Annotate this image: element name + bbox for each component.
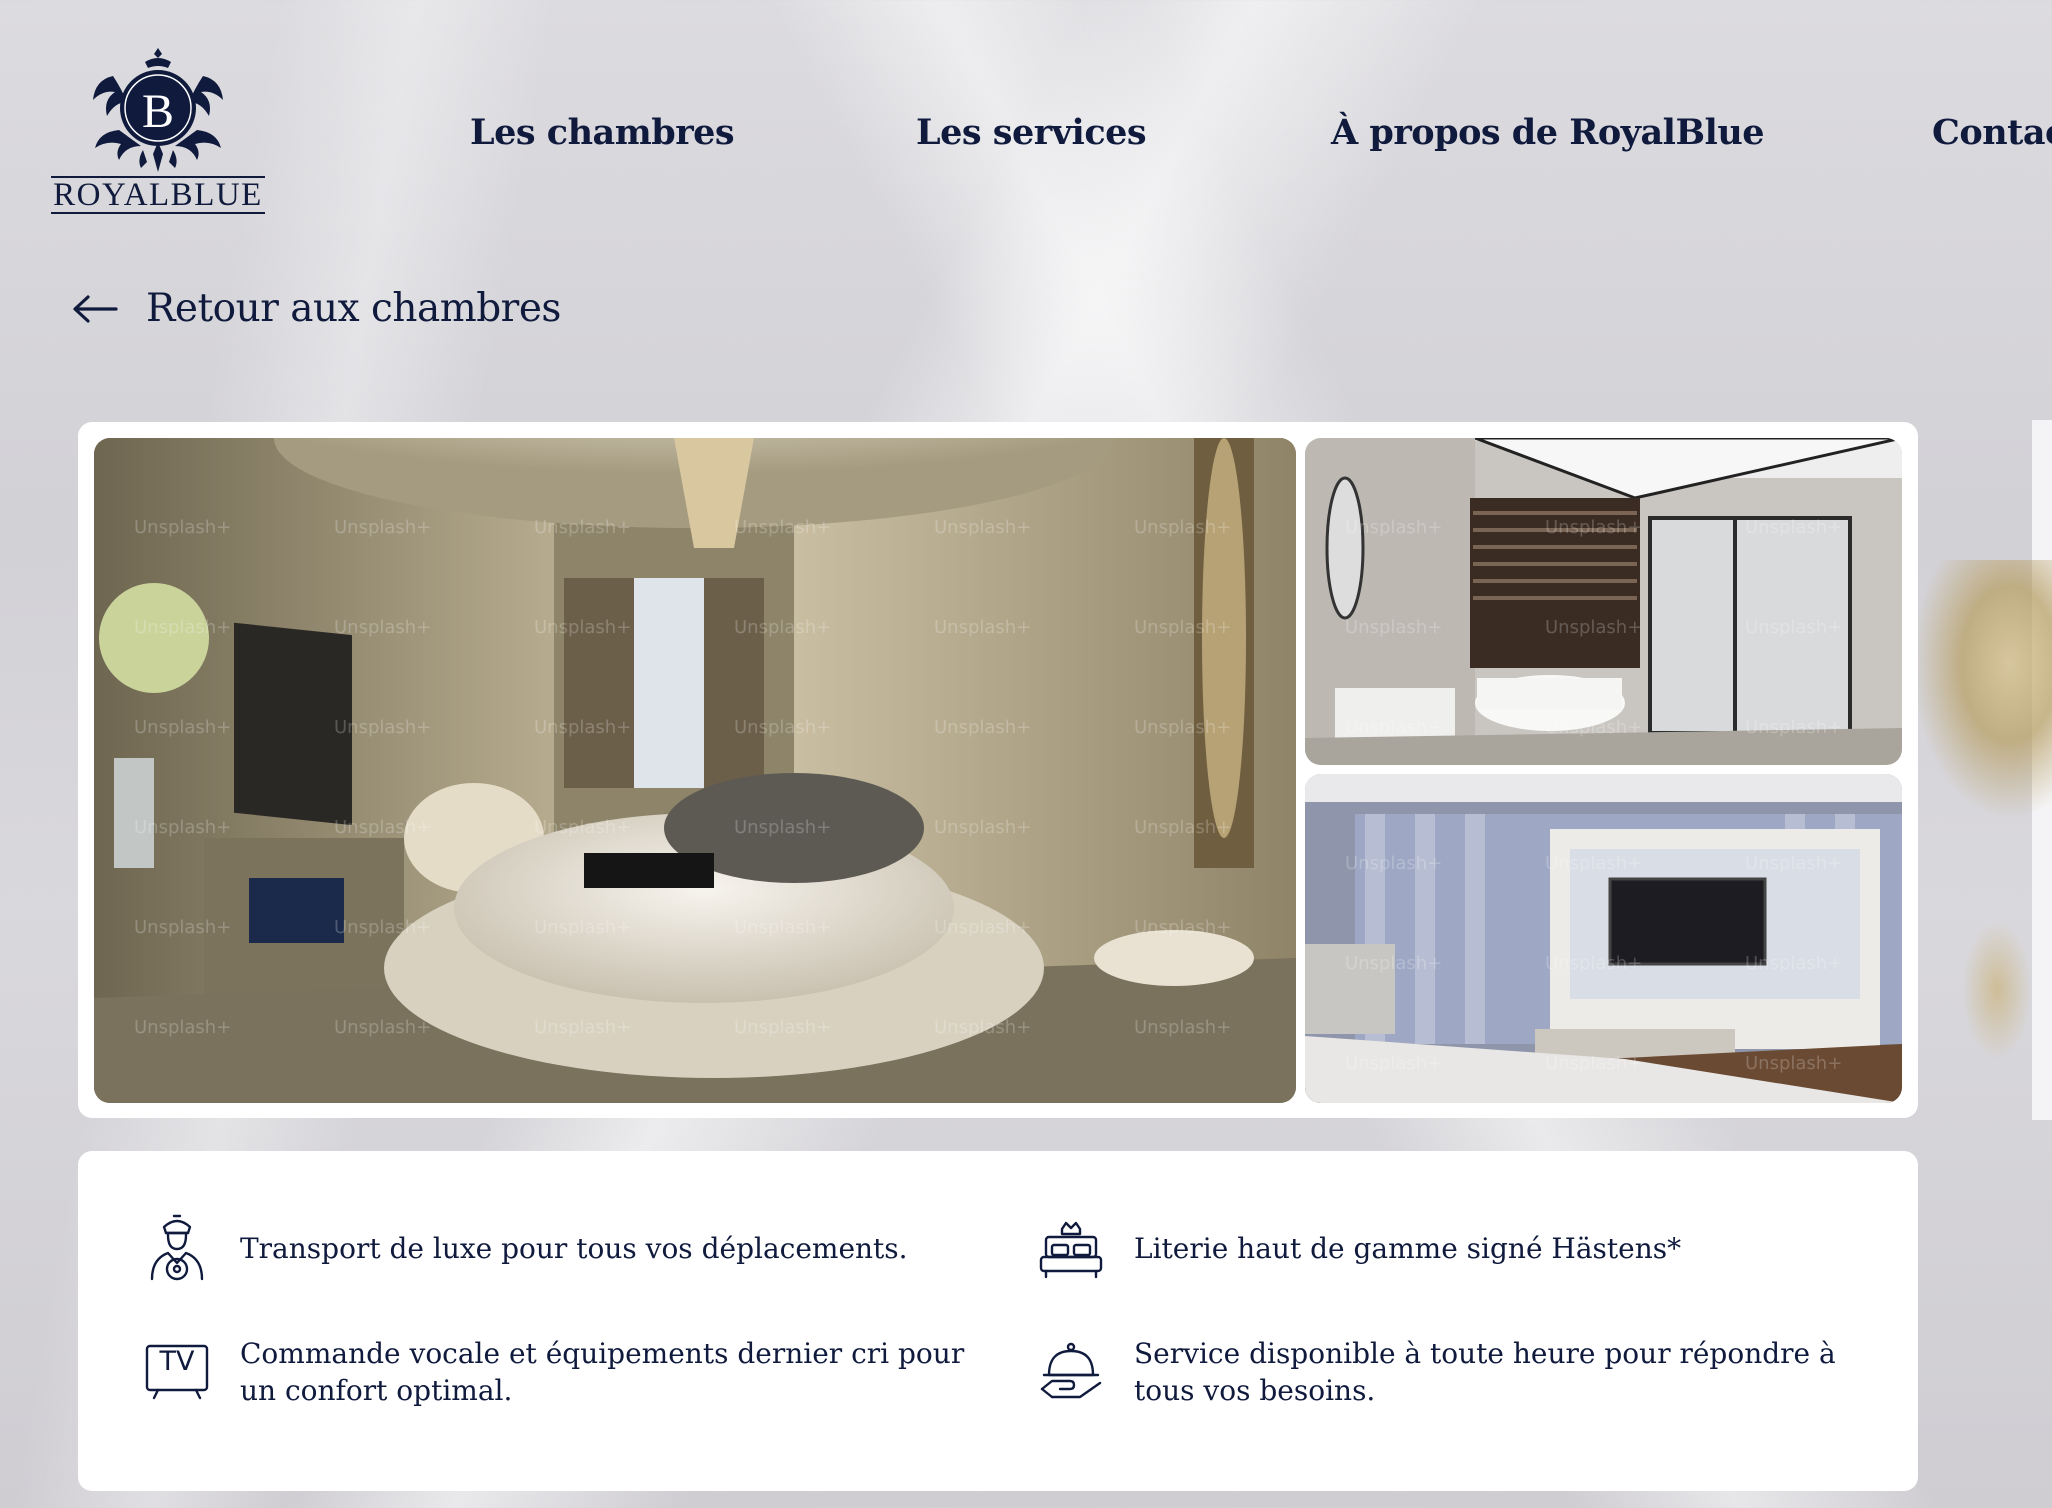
back-to-rooms-link[interactable]: Retour aux chambres: [72, 286, 561, 331]
watermark-text: Unsplash+: [734, 717, 831, 738]
watermark-text: Unsplash+: [934, 517, 1031, 538]
amenity-transport: Transport de luxe pour tous vos déplacem…: [144, 1213, 1000, 1283]
tv-icon-label: TV: [159, 1346, 195, 1377]
nav-link-about[interactable]: À propos de RoyalBlue: [1331, 112, 1765, 153]
watermark-text: Unsplash+: [1345, 853, 1442, 874]
watermark-text: Unsplash+: [1345, 953, 1442, 974]
watermark-text: Unsplash+: [534, 1017, 631, 1038]
bed-icon: [1038, 1213, 1104, 1283]
watermark-text: Unsplash+: [1134, 717, 1231, 738]
watermark-text: Unsplash+: [934, 617, 1031, 638]
watermark-text: Unsplash+: [1345, 1053, 1442, 1074]
amenity-text: Literie haut de gamme signé Hästens*: [1134, 1231, 1682, 1265]
watermark-text: Unsplash+: [934, 917, 1031, 938]
watermark-text: Unsplash+: [1745, 853, 1842, 874]
main-nav: Les chambres Les services À propos de Ro…: [0, 112, 2052, 162]
watermark-text: Unsplash+: [1545, 1053, 1642, 1074]
photo-bathroom[interactable]: Unsplash+ Unsplash+ Unsplash+ Unsplash+ Unsp…: [1305, 438, 1902, 765]
nav-link-rooms[interactable]: Les chambres: [470, 112, 735, 153]
bathroom-image: Unsplash+ Unsplash+ Unsplash+ Unsplash+ Unsp…: [1305, 438, 1902, 765]
watermark-text: Unsplash+: [334, 1017, 431, 1038]
watermark-text: Unsplash+: [1345, 717, 1442, 738]
watermark-text: Unsplash+: [1545, 853, 1642, 874]
photo-tv-bedroom[interactable]: Unsplash+ Unsplash+ Unsplash+ Unsplash+ Unsp…: [1305, 774, 1902, 1103]
watermark-text: Unsplash+: [1134, 1017, 1231, 1038]
watermark-text: Unsplash+: [134, 1017, 231, 1038]
watermark-text: Unsplash+: [734, 1017, 831, 1038]
tv-room-image: Unsplash+ Unsplash+ Unsplash+ Unsplash+ Unsp…: [1305, 774, 1902, 1103]
watermark-text: Unsplash+: [134, 617, 231, 638]
tv-icon: TV: [144, 1337, 210, 1407]
watermark-text: Unsplash+: [1745, 953, 1842, 974]
back-link-label: Retour aux chambres: [146, 286, 561, 331]
amenity-equipment: TV Commande vocale et équipements dernie…: [144, 1335, 1000, 1409]
watermark-text: Unsplash+: [534, 917, 631, 938]
watermark-text: Unsplash+: [534, 617, 631, 638]
watermark-text: Unsplash+: [334, 717, 431, 738]
watermark-text: Unsplash+: [1745, 717, 1842, 738]
watermark-text: Unsplash+: [734, 817, 831, 838]
chauffeur-icon: [144, 1213, 210, 1283]
arrow-left-icon: [73, 294, 118, 323]
watermark-text: Unsplash+: [734, 917, 831, 938]
background-decoration: [1912, 560, 2052, 820]
watermark-text: Unsplash+: [1545, 517, 1642, 538]
watermark-text: Unsplash+: [934, 717, 1031, 738]
watermark-text: Unsplash+: [1134, 517, 1231, 538]
watermark-text: Unsplash+: [1134, 617, 1231, 638]
nav-link-services[interactable]: Les services: [916, 112, 1147, 153]
watermark-text: Unsplash+: [134, 717, 231, 738]
photo-main-bedroom[interactable]: Unsplash+ Unsplash+ Unsplash+ Unsplash+ Unsp…: [94, 438, 1296, 1103]
watermark-text: Unsplash+: [134, 917, 231, 938]
watermark-text: Unsplash+: [334, 817, 431, 838]
amenity-bedding: Literie haut de gamme signé Hästens*: [1038, 1213, 1894, 1283]
watermark-text: Unsplash+: [334, 917, 431, 938]
watermark-text: Unsplash+: [534, 817, 631, 838]
logo-wordmark: ROYALBLUE: [51, 176, 265, 214]
watermark-text: Unsplash+: [1345, 617, 1442, 638]
watermark-text: Unsplash+: [734, 517, 831, 538]
watermark-text: Unsplash+: [1134, 817, 1231, 838]
room-gallery: Unsplash+ Unsplash+ Unsplash+ Unsplash+ Unsp…: [78, 422, 1918, 1118]
watermark-text: Unsplash+: [1745, 1053, 1842, 1074]
background-decoration: [1962, 920, 2032, 1060]
watermark-text: Unsplash+: [1745, 517, 1842, 538]
watermark-text: Unsplash+: [1545, 617, 1642, 638]
watermark-text: Unsplash+: [1345, 517, 1442, 538]
bedroom-image: Unsplash+ Unsplash+ Unsplash+ Unsplash+ Unsp…: [94, 438, 1296, 1103]
watermark-text: Unsplash+: [334, 517, 431, 538]
amenities-card: Transport de luxe pour tous vos déplacem…: [78, 1151, 1918, 1491]
nav-link-contact[interactable]: Contac: [1932, 112, 2052, 153]
watermark-text: Unsplash+: [534, 517, 631, 538]
watermark-text: Unsplash+: [134, 817, 231, 838]
amenity-text: Service disponible à toute heure pour ré…: [1134, 1337, 1836, 1407]
watermark-text: Unsplash+: [334, 617, 431, 638]
watermark-text: Unsplash+: [934, 1017, 1031, 1038]
amenity-room-service: Service disponible à toute heure pour ré…: [1038, 1335, 1894, 1409]
watermark-text: Unsplash+: [934, 817, 1031, 838]
watermark-text: Unsplash+: [1545, 953, 1642, 974]
room-service-icon: [1038, 1337, 1104, 1407]
watermark-text: Unsplash+: [1134, 917, 1231, 938]
amenity-text: Commande vocale et équipements dernier c…: [240, 1337, 965, 1407]
watermark-text: Unsplash+: [1545, 717, 1642, 738]
watermark-text: Unsplash+: [734, 617, 831, 638]
watermark-text: Unsplash+: [1745, 617, 1842, 638]
watermark-text: Unsplash+: [534, 717, 631, 738]
watermark-text: Unsplash+: [134, 517, 231, 538]
amenity-text: Transport de luxe pour tous vos déplacem…: [240, 1231, 908, 1265]
